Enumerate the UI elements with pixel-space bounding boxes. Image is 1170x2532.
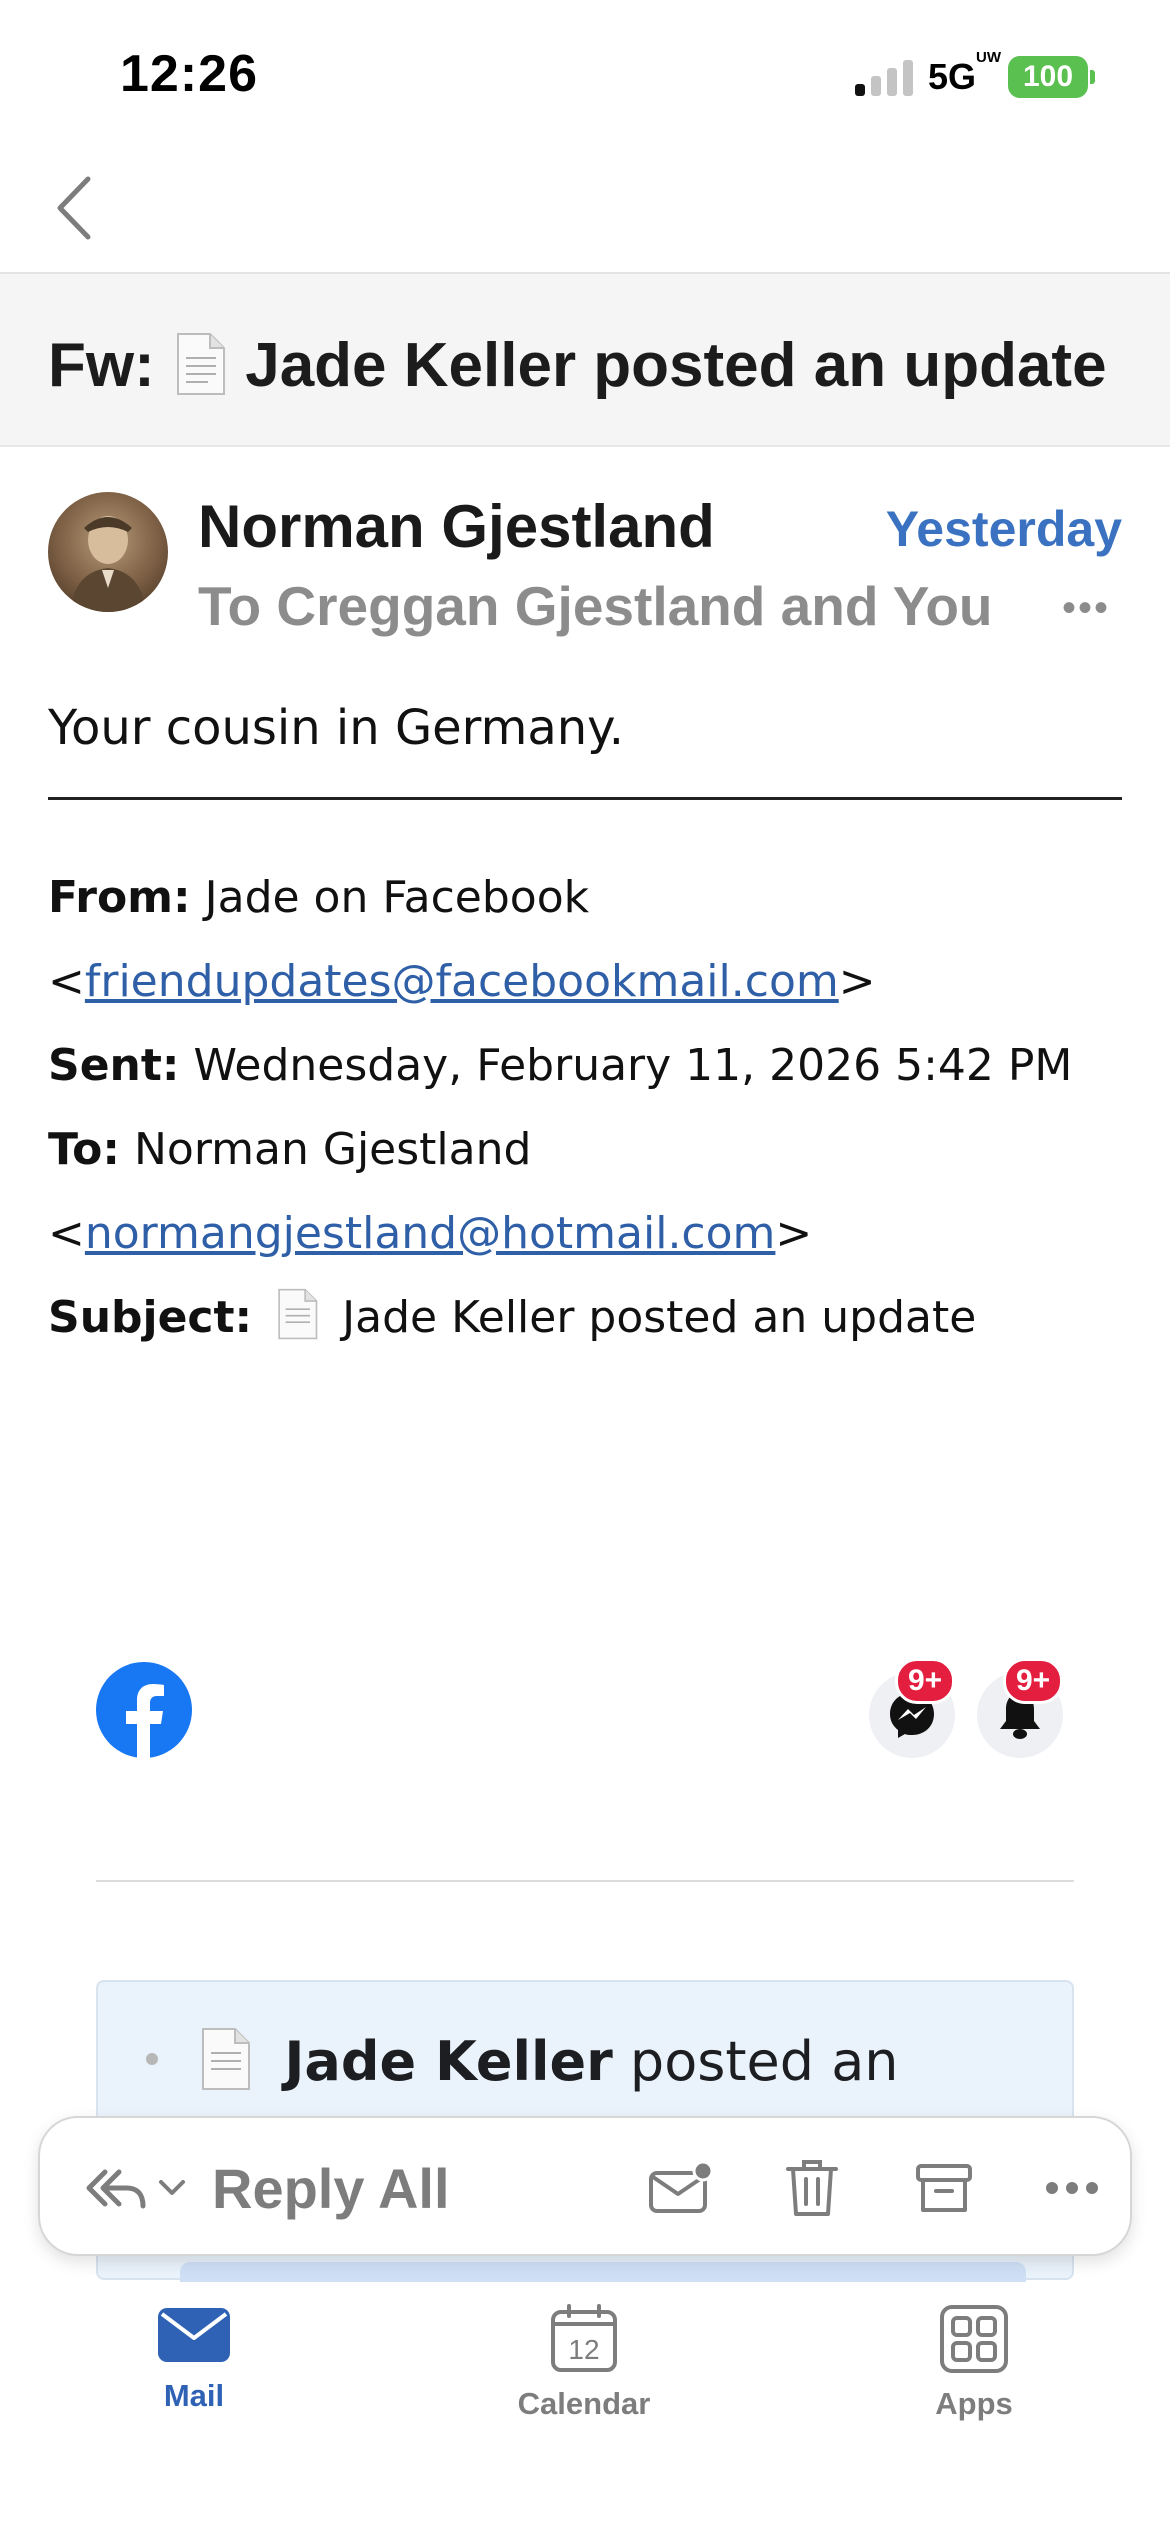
messenger-badge: 9+ [895, 1658, 956, 1704]
tab-apps[interactable]: Apps [854, 2304, 1094, 2464]
document-icon [202, 2028, 251, 2091]
email-subject: Fw: Jade Keller posted an update [48, 331, 1107, 400]
more-actions-button[interactable] [1022, 2118, 1122, 2258]
sent-label: Sent: [48, 1040, 180, 1091]
reply-all-menu-button[interactable] [70, 2118, 200, 2258]
bottom-tab-bar: Mail 12 Calendar Apps [0, 2282, 1170, 2532]
avatar-photo-icon [70, 516, 146, 612]
post-author[interactable]: Jade Keller [284, 2030, 612, 2093]
subject-value: Jade Keller posted an update [342, 1292, 977, 1343]
document-icon [176, 332, 225, 395]
email-body-text: Your cousin in Germany. [48, 700, 624, 756]
forward-divider [48, 797, 1122, 800]
network-indicator: 5GUW [928, 49, 1002, 97]
calendar-icon: 12 [551, 2304, 617, 2372]
mail-unread-icon [649, 2161, 713, 2213]
recipients-line[interactable]: To Creggan Gjestland and You [198, 574, 993, 638]
reply-all-label[interactable]: Reply All [212, 2156, 450, 2221]
tab-mail-label: Mail [163, 2378, 225, 2413]
battery-tip [1090, 70, 1095, 84]
facebook-logo-icon[interactable] [96, 1662, 192, 1758]
status-time: 12:26 [120, 45, 258, 103]
forward-to-email-line: <normangjestland@hotmail.com> [48, 1208, 813, 1259]
from-label: From: [48, 872, 191, 923]
tab-calendar[interactable]: 12 Calendar [464, 2304, 704, 2464]
mark-unread-button[interactable] [630, 2118, 730, 2258]
tab-mail[interactable]: Mail [74, 2304, 314, 2464]
forward-sent-line: Sent: Wednesday, February 11, 2026 5:42 … [48, 1040, 1072, 1091]
back-button[interactable] [44, 168, 104, 248]
notifications-button[interactable]: 9+ [977, 1658, 1064, 1758]
forward-subject-line: Subject: Jade Keller posted an update [48, 1288, 977, 1346]
archive-icon [916, 2164, 972, 2212]
forward-from-email-line: <friendupdates@facebookmail.com> [48, 956, 876, 1007]
reply-all-icon [86, 2169, 146, 2209]
facebook-post-headline: Jade Keller posted an [146, 2028, 899, 2097]
to-email-link[interactable]: normangjestland@hotmail.com [85, 1208, 776, 1259]
chevron-down-icon [159, 2180, 185, 2195]
post-action-text: posted an [629, 2030, 899, 2093]
delete-button[interactable] [762, 2118, 862, 2258]
notifications-badge: 9+ [1003, 1658, 1064, 1704]
sender-avatar[interactable] [48, 492, 168, 612]
from-email-link[interactable]: friendupdates@facebookmail.com [85, 956, 839, 1007]
to-label: To: [48, 1124, 120, 1175]
from-name: Jade on Facebook [204, 872, 590, 923]
status-bar: 12:26 5GUW 100 [0, 0, 1170, 150]
to-name: Norman Gjestland [134, 1124, 532, 1175]
more-options-icon[interactable]: ••• [1062, 586, 1110, 631]
trash-icon [786, 2160, 838, 2216]
facebook-divider [96, 1880, 1074, 1882]
sender-name[interactable]: Norman Gjestland [198, 492, 715, 561]
mail-icon [158, 2308, 230, 2362]
archive-button[interactable] [894, 2118, 994, 2258]
sent-value: Wednesday, February 11, 2026 5:42 PM [193, 1040, 1073, 1091]
forward-from-line: From: Jade on Facebook [48, 872, 589, 923]
messenger-button[interactable]: 9+ [869, 1658, 956, 1758]
apps-grid-icon [940, 2305, 1008, 2373]
calendar-icon-day: 12 [568, 2334, 599, 2365]
email-action-bar: Reply All [38, 2116, 1132, 2256]
document-icon [278, 1288, 318, 1340]
more-horizontal-icon [1046, 2182, 1098, 2194]
tab-apps-label: Apps [935, 2386, 1013, 2421]
battery-indicator: 100 [1008, 56, 1088, 98]
forward-to-line: To: Norman Gjestland [48, 1124, 531, 1175]
subject-label: Subject: [48, 1292, 253, 1343]
signal-strength-icon [855, 58, 915, 96]
chevron-left-icon [57, 176, 91, 240]
bullet-icon [146, 2053, 158, 2066]
subject-bar: Fw: Jade Keller posted an update [0, 272, 1170, 447]
tab-calendar-label: Calendar [517, 2386, 651, 2421]
email-date: Yesterday [885, 501, 1122, 557]
facebook-button-edge [180, 2262, 1026, 2282]
